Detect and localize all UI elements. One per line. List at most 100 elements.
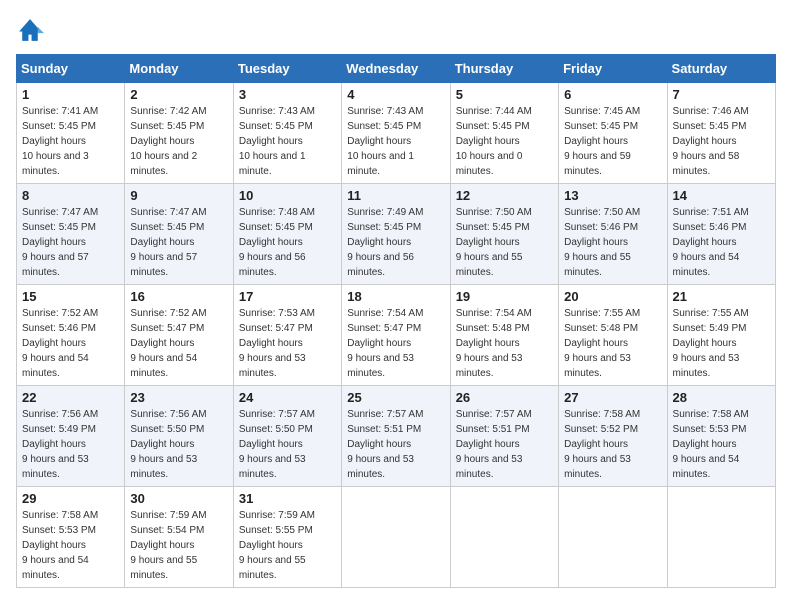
calendar-cell <box>450 487 558 588</box>
calendar-cell: 25 Sunrise: 7:57 AMSunset: 5:51 PMDayligh… <box>342 386 450 487</box>
day-info: Sunrise: 7:44 AMSunset: 5:45 PMDaylight … <box>456 104 553 179</box>
weekday-header-sunday: Sunday <box>17 55 125 83</box>
logo-icon <box>16 16 44 44</box>
weekday-header-monday: Monday <box>125 55 233 83</box>
day-info: Sunrise: 7:55 AMSunset: 5:48 PMDaylight … <box>564 306 661 381</box>
day-info: Sunrise: 7:52 AMSunset: 5:47 PMDaylight … <box>130 306 227 381</box>
day-info: Sunrise: 7:51 AMSunset: 5:46 PMDaylight … <box>673 205 770 280</box>
day-number: 23 <box>130 390 227 405</box>
calendar-cell: 18 Sunrise: 7:54 AMSunset: 5:47 PMDayligh… <box>342 285 450 386</box>
calendar-cell: 27 Sunrise: 7:58 AMSunset: 5:52 PMDayligh… <box>559 386 667 487</box>
day-info: Sunrise: 7:47 AMSunset: 5:45 PMDaylight … <box>130 205 227 280</box>
day-info: Sunrise: 7:54 AMSunset: 5:48 PMDaylight … <box>456 306 553 381</box>
weekday-header-friday: Friday <box>559 55 667 83</box>
calendar-cell: 12Sunrise: 7:50 AMSunset: 5:45 PMDayligh… <box>450 184 558 285</box>
day-info: Sunrise: 7:47 AMSunset: 5:45 PMDaylight … <box>22 205 119 280</box>
logo <box>16 16 46 44</box>
calendar-week-row: 15 Sunrise: 7:52 AMSunset: 5:46 PMDayligh… <box>17 285 776 386</box>
calendar-header: SundayMondayTuesdayWednesdayThursdayFrid… <box>17 55 776 83</box>
calendar-cell: 26 Sunrise: 7:57 AMSunset: 5:51 PMDayligh… <box>450 386 558 487</box>
day-info: Sunrise: 7:45 AMSunset: 5:45 PMDaylight … <box>564 104 661 179</box>
day-number: 12 <box>456 188 553 203</box>
day-number: 5 <box>456 87 553 102</box>
day-info: Sunrise: 7:58 AMSunset: 5:53 PMDaylight … <box>673 407 770 482</box>
day-info: Sunrise: 7:48 AMSunset: 5:45 PMDaylight … <box>239 205 336 280</box>
calendar-cell: 30Sunrise: 7:59 AMSunset: 5:54 PMDayligh… <box>125 487 233 588</box>
day-number: 27 <box>564 390 661 405</box>
weekday-header-wednesday: Wednesday <box>342 55 450 83</box>
day-info: Sunrise: 7:56 AMSunset: 5:50 PMDaylight … <box>130 407 227 482</box>
day-number: 26 <box>456 390 553 405</box>
day-info: Sunrise: 7:57 AMSunset: 5:50 PMDaylight … <box>239 407 336 482</box>
calendar-cell: 19 Sunrise: 7:54 AMSunset: 5:48 PMDayligh… <box>450 285 558 386</box>
calendar-cell: 11Sunrise: 7:49 AMSunset: 5:45 PMDayligh… <box>342 184 450 285</box>
calendar-cell: 21 Sunrise: 7:55 AMSunset: 5:49 PMDayligh… <box>667 285 775 386</box>
day-info: Sunrise: 7:52 AMSunset: 5:46 PMDaylight … <box>22 306 119 381</box>
calendar-cell: 29 Sunrise: 7:58 AMSunset: 5:53 PMDayligh… <box>17 487 125 588</box>
calendar-cell: 22Sunrise: 7:56 AMSunset: 5:49 PMDayligh… <box>17 386 125 487</box>
page-header <box>16 16 776 44</box>
day-info: Sunrise: 7:57 AMSunset: 5:51 PMDaylight … <box>347 407 444 482</box>
day-info: Sunrise: 7:43 AMSunset: 5:45 PMDaylight … <box>347 104 444 179</box>
day-number: 16 <box>130 289 227 304</box>
day-number: 25 <box>347 390 444 405</box>
day-number: 18 <box>347 289 444 304</box>
calendar-cell: 24Sunrise: 7:57 AMSunset: 5:50 PMDayligh… <box>233 386 341 487</box>
weekday-header-tuesday: Tuesday <box>233 55 341 83</box>
calendar-body: 1Sunrise: 7:41 AMSunset: 5:45 PMDaylight… <box>17 83 776 588</box>
calendar-week-row: 22Sunrise: 7:56 AMSunset: 5:49 PMDayligh… <box>17 386 776 487</box>
calendar-cell: 8 Sunrise: 7:47 AMSunset: 5:45 PMDaylight… <box>17 184 125 285</box>
day-info: Sunrise: 7:55 AMSunset: 5:49 PMDaylight … <box>673 306 770 381</box>
day-number: 14 <box>673 188 770 203</box>
calendar-week-row: 29 Sunrise: 7:58 AMSunset: 5:53 PMDayligh… <box>17 487 776 588</box>
day-number: 10 <box>239 188 336 203</box>
day-number: 6 <box>564 87 661 102</box>
day-info: Sunrise: 7:59 AMSunset: 5:54 PMDaylight … <box>130 508 227 583</box>
day-info: Sunrise: 7:42 AMSunset: 5:45 PMDaylight … <box>130 104 227 179</box>
calendar-week-row: 8 Sunrise: 7:47 AMSunset: 5:45 PMDaylight… <box>17 184 776 285</box>
day-number: 3 <box>239 87 336 102</box>
day-number: 13 <box>564 188 661 203</box>
day-number: 20 <box>564 289 661 304</box>
calendar-cell: 20 Sunrise: 7:55 AMSunset: 5:48 PMDayligh… <box>559 285 667 386</box>
day-number: 31 <box>239 491 336 506</box>
day-number: 22 <box>22 390 119 405</box>
day-number: 19 <box>456 289 553 304</box>
day-info: Sunrise: 7:57 AMSunset: 5:51 PMDaylight … <box>456 407 553 482</box>
weekday-header-saturday: Saturday <box>667 55 775 83</box>
calendar-cell: 14 Sunrise: 7:51 AMSunset: 5:46 PMDayligh… <box>667 184 775 285</box>
calendar-cell: 17Sunrise: 7:53 AMSunset: 5:47 PMDayligh… <box>233 285 341 386</box>
day-number: 8 <box>22 188 119 203</box>
weekday-header-thursday: Thursday <box>450 55 558 83</box>
day-number: 11 <box>347 188 444 203</box>
calendar-cell: 28 Sunrise: 7:58 AMSunset: 5:53 PMDayligh… <box>667 386 775 487</box>
calendar-cell: 23 Sunrise: 7:56 AMSunset: 5:50 PMDayligh… <box>125 386 233 487</box>
day-info: Sunrise: 7:58 AMSunset: 5:53 PMDaylight … <box>22 508 119 583</box>
calendar-cell: 13Sunrise: 7:50 AMSunset: 5:46 PMDayligh… <box>559 184 667 285</box>
calendar-cell: 6 Sunrise: 7:45 AMSunset: 5:45 PMDaylight… <box>559 83 667 184</box>
calendar-cell: 16 Sunrise: 7:52 AMSunset: 5:47 PMDayligh… <box>125 285 233 386</box>
day-info: Sunrise: 7:54 AMSunset: 5:47 PMDaylight … <box>347 306 444 381</box>
day-number: 15 <box>22 289 119 304</box>
calendar-week-row: 1Sunrise: 7:41 AMSunset: 5:45 PMDaylight… <box>17 83 776 184</box>
calendar-cell: 4 Sunrise: 7:43 AMSunset: 5:45 PMDaylight… <box>342 83 450 184</box>
day-number: 2 <box>130 87 227 102</box>
calendar-cell <box>667 487 775 588</box>
day-number: 4 <box>347 87 444 102</box>
day-info: Sunrise: 7:43 AMSunset: 5:45 PMDaylight … <box>239 104 336 179</box>
calendar-cell <box>559 487 667 588</box>
calendar-cell: 9Sunrise: 7:47 AMSunset: 5:45 PMDaylight… <box>125 184 233 285</box>
day-number: 21 <box>673 289 770 304</box>
calendar-cell <box>342 487 450 588</box>
day-info: Sunrise: 7:58 AMSunset: 5:52 PMDaylight … <box>564 407 661 482</box>
day-number: 29 <box>22 491 119 506</box>
calendar-cell: 2 Sunrise: 7:42 AMSunset: 5:45 PMDaylight… <box>125 83 233 184</box>
day-info: Sunrise: 7:59 AMSunset: 5:55 PMDaylight … <box>239 508 336 583</box>
calendar-cell: 1Sunrise: 7:41 AMSunset: 5:45 PMDaylight… <box>17 83 125 184</box>
day-number: 28 <box>673 390 770 405</box>
calendar-cell: 3 Sunrise: 7:43 AMSunset: 5:45 PMDaylight… <box>233 83 341 184</box>
day-number: 17 <box>239 289 336 304</box>
calendar-cell: 7Sunrise: 7:46 AMSunset: 5:45 PMDaylight… <box>667 83 775 184</box>
calendar-table: SundayMondayTuesdayWednesdayThursdayFrid… <box>16 54 776 588</box>
calendar-cell: 10 Sunrise: 7:48 AMSunset: 5:45 PMDayligh… <box>233 184 341 285</box>
